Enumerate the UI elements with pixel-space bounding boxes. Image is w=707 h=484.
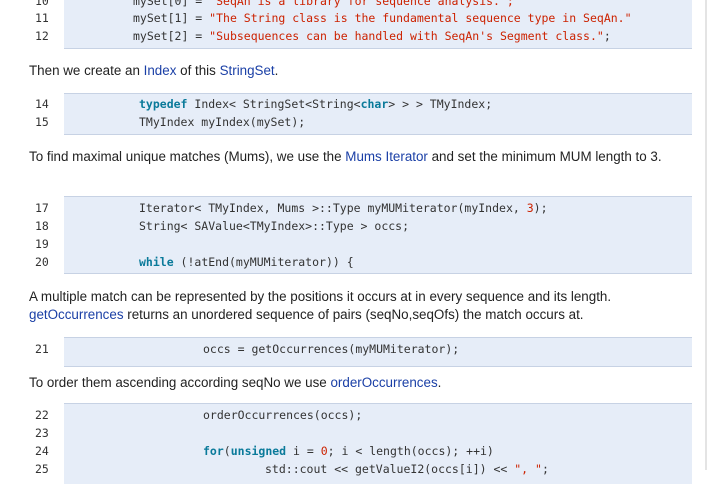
code-line: mySet[1] = "The String class is the fund…	[133, 11, 632, 25]
link-mums-iterator[interactable]: Mums Iterator	[345, 149, 428, 164]
code-line: orderOccurrences(occs);	[203, 408, 363, 422]
code-line: for(unsigned i = 0; i < length(occs); ++…	[203, 444, 494, 458]
code-block-1: 10 11 12 mySet[0] = "SeqAn is a library …	[0, 0, 707, 50]
paragraph-1: Then we create an Index of this StringSe…	[29, 63, 279, 78]
code-line: TMyIndex myIndex(mySet);	[139, 115, 306, 129]
link-stringset[interactable]: StringSet	[220, 63, 275, 78]
line-number: 15	[35, 115, 49, 129]
line-number: 19	[35, 237, 49, 251]
line-number: 22	[35, 408, 49, 422]
code-line: mySet[2] = "Subsequences can be handled …	[133, 29, 611, 43]
line-number: 11	[35, 11, 49, 25]
line-number: 17	[35, 201, 49, 215]
paragraph-3: A multiple match can be represented by t…	[29, 289, 612, 322]
line-number: 14	[35, 97, 49, 111]
line-number: 12	[35, 29, 49, 43]
code-line: occs = getOccurrences(myMUMiterator);	[203, 342, 460, 356]
line-number: 23	[35, 426, 49, 440]
code-line: String< SAValue<TMyIndex>::Type > occs;	[139, 219, 410, 233]
line-number: 24	[35, 444, 49, 458]
line-number: 20	[35, 255, 49, 269]
paragraph-4: To order them ascending according seqNo …	[29, 375, 442, 390]
code-block-2: 14 15 typedef Index< StringSet<String<ch…	[0, 93, 707, 135]
code-line: std::cout << getValueI2(occs[i]) << ", "…	[265, 462, 549, 476]
code-block-5: 22 23 24 25 orderOccurrences(occs); for(…	[0, 403, 707, 484]
line-number: 25	[35, 462, 49, 476]
code-line: typedef Index< StringSet<String<char> > …	[139, 97, 493, 111]
paragraph-2: To find maximal unique matches (Mums), w…	[29, 149, 662, 164]
code-block-3: 17 18 19 20 Iterator< TMyIndex, Mums >::…	[0, 196, 707, 274]
link-getoccurrences[interactable]: getOccurrences	[29, 307, 124, 322]
link-index[interactable]: Index	[144, 63, 177, 78]
line-number: 18	[35, 219, 49, 233]
code-block-4: 21 occs = getOccurrences(myMUMiterator);	[0, 337, 707, 367]
link-orderoccurrences[interactable]: orderOccurrences	[330, 375, 437, 390]
code-line: while (!atEnd(myMUMiterator)) {	[139, 255, 354, 269]
code-line: Iterator< TMyIndex, Mums >::Type myMUMit…	[139, 201, 548, 215]
line-number: 21	[35, 342, 49, 356]
